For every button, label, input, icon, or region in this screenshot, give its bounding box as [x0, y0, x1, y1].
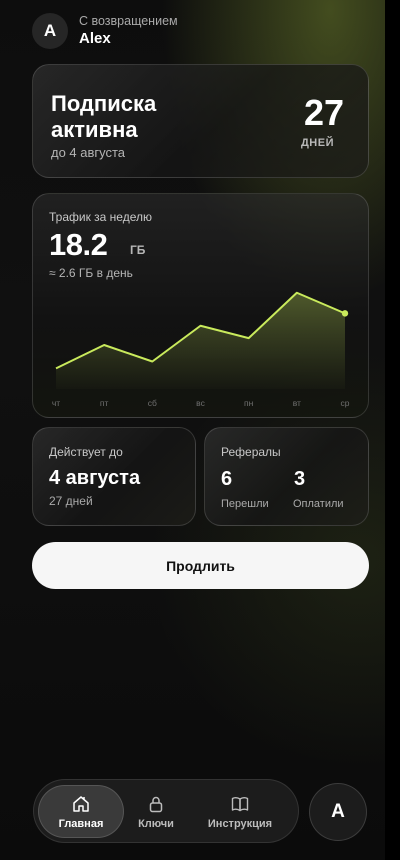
header: A С возвращением Alex: [32, 13, 178, 49]
nav-item-home[interactable]: Главная: [38, 785, 124, 838]
lock-icon: [149, 796, 163, 812]
traffic-card: Трафик за неделю 18.2 ГБ ≈ 2.6 ГБ в день…: [32, 193, 369, 418]
greeting-text: С возвращением: [79, 14, 178, 28]
days-remaining-value: 27: [303, 92, 344, 133]
valid-until-title: Действует до: [49, 445, 123, 459]
extend-button[interactable]: Продлить: [32, 542, 369, 589]
chart-x-tick-label: вт: [293, 398, 301, 408]
app-screen: A С возвращением Alex Подписка активна д…: [0, 0, 385, 860]
referrals-joined-value: 6: [221, 468, 233, 490]
chart-point-last: [341, 310, 349, 317]
valid-until-date: 4 августа: [49, 467, 141, 489]
valid-until-days: 27 дней: [49, 494, 93, 508]
header-text: С возвращением Alex: [79, 14, 178, 48]
nav-label: Инструкция: [207, 817, 273, 830]
referrals-paid-label: Оплатили: [293, 498, 344, 510]
nav-item-instructions[interactable]: Инструкция: [197, 785, 283, 838]
profile-avatar-button[interactable]: A: [309, 783, 367, 841]
username: Alex: [79, 30, 111, 47]
chart-area: [56, 292, 345, 389]
subscription-card: Подписка активна до 4 августа 27 ДНЕЙ: [32, 64, 369, 178]
bottom-nav: Главная Ключи Инструкция: [33, 779, 299, 843]
valid-until-card: Действует до 4 августа 27 дней: [32, 427, 196, 526]
referrals-joined-label: Перешли: [221, 498, 269, 510]
chart-x-tick-label: ср: [341, 398, 350, 408]
edge-strip: [385, 0, 400, 860]
traffic-chart: чт пт сб вс пн вт ср: [52, 291, 350, 408]
chart-x-tick-label: пн: [244, 398, 254, 408]
nav-label: Ключи: [138, 817, 174, 830]
chart-x-tick-label: чт: [52, 398, 60, 408]
subscription-until: до 4 августа: [51, 145, 126, 160]
referrals-paid-value: 3: [294, 468, 306, 490]
referrals-title: Рефералы: [221, 445, 281, 459]
nav-label: Главная: [58, 817, 104, 830]
home-icon: [73, 795, 89, 812]
chart-x-tick-label: пт: [100, 398, 109, 408]
referrals-card: Рефералы 6 Перешли 3 Оплатили: [204, 427, 369, 526]
chart-x-tick-label: сб: [148, 398, 157, 408]
days-remaining-label: ДНЕЙ: [300, 137, 334, 149]
avatar[interactable]: A: [32, 13, 68, 49]
nav-item-keys[interactable]: Ключи: [113, 785, 199, 838]
book-icon: [231, 796, 249, 811]
subscription-title: Подписка активна: [51, 91, 157, 142]
chart-x-tick-label: вс: [196, 398, 205, 408]
